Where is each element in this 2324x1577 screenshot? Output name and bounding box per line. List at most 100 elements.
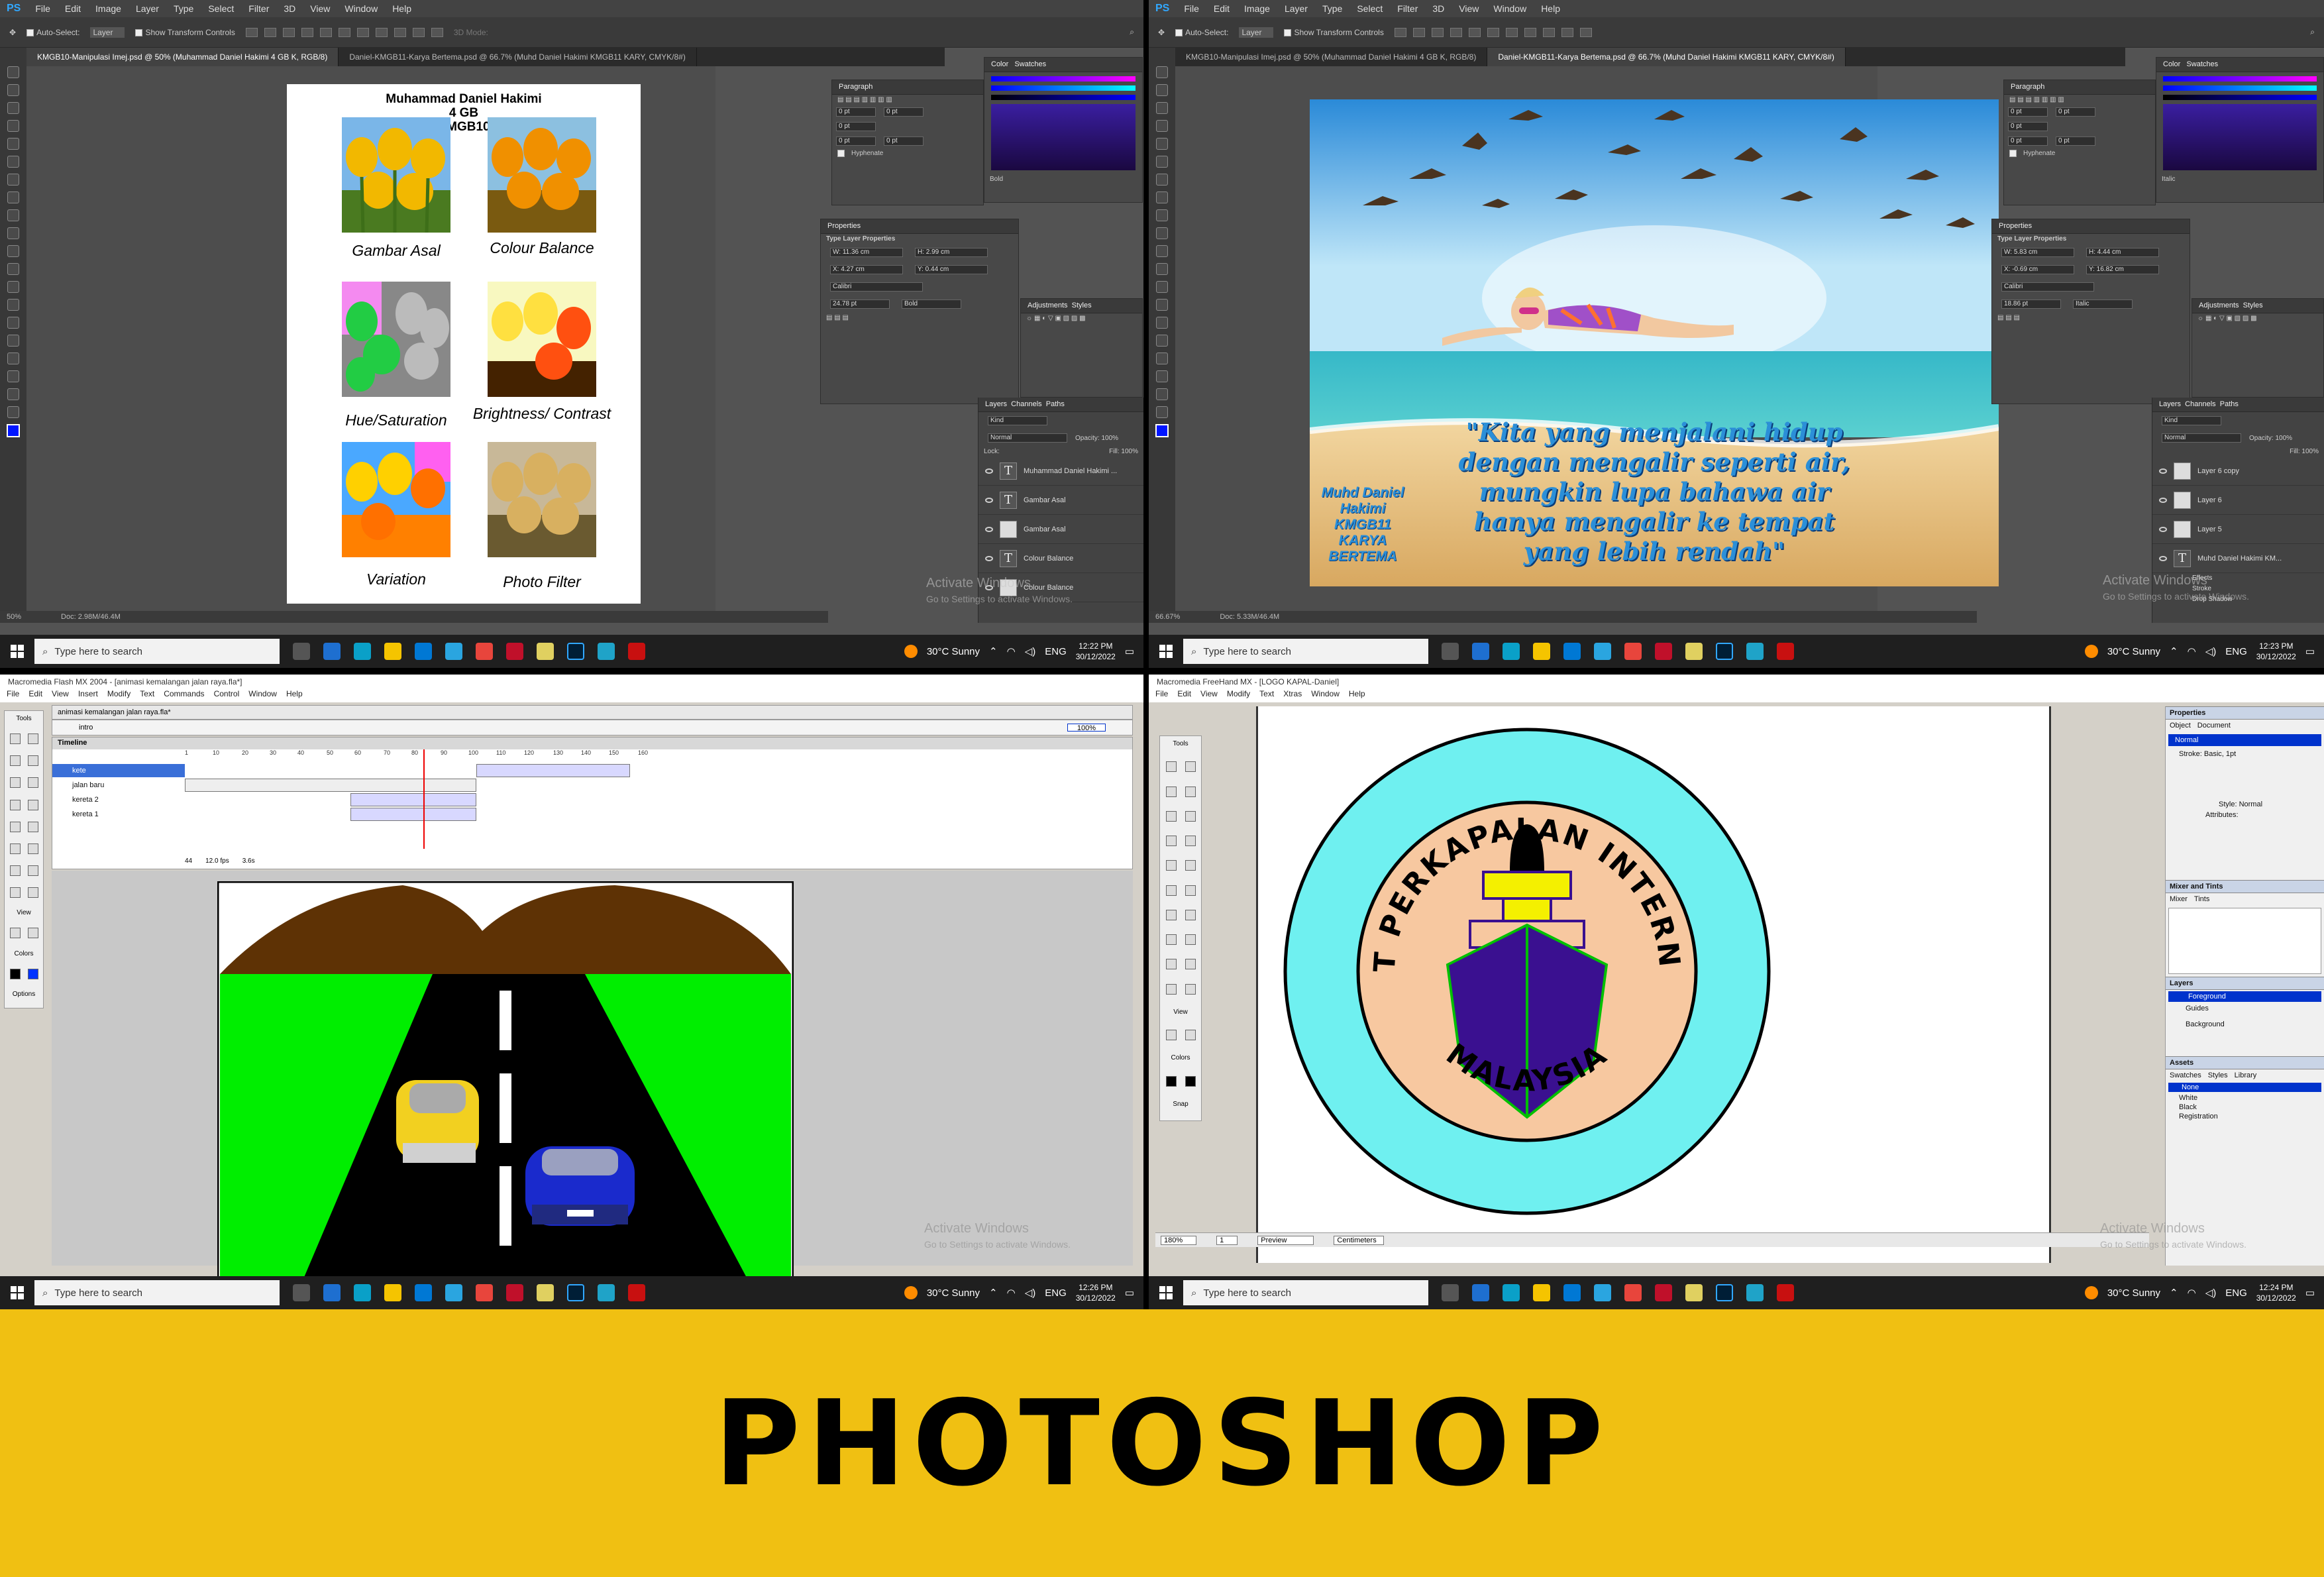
font-size-field[interactable]: 18.86 pt [2001, 299, 2061, 309]
mail-icon[interactable] [415, 1284, 432, 1301]
calendar-app-icon[interactable] [1472, 643, 1489, 660]
paint-bucket-icon[interactable] [27, 865, 38, 876]
pencil-tool-icon[interactable] [1165, 934, 1177, 945]
menu-commands[interactable]: Commands [164, 689, 204, 702]
menu-3d[interactable]: 3D [1432, 3, 1444, 14]
zoom-select[interactable]: 180% [1161, 1235, 1197, 1245]
ellipse-tool-icon[interactable] [1165, 885, 1177, 896]
stamp-tool-icon[interactable] [1156, 209, 1168, 221]
menu-layer[interactable]: Layer [136, 3, 159, 14]
type-tool-icon[interactable] [1156, 335, 1168, 347]
marquee-tool-icon[interactable] [7, 84, 19, 96]
pen-tool-icon[interactable] [1185, 860, 1196, 871]
flash-app-icon[interactable] [1655, 643, 1672, 660]
eraser-tool-icon[interactable] [27, 887, 38, 898]
photoshop-app-icon[interactable] [567, 1284, 584, 1301]
ink-bottle-icon[interactable] [9, 865, 21, 876]
menu-modify[interactable]: Modify [1227, 689, 1250, 702]
indent-right-field[interactable]: 0 pt [2056, 107, 2095, 117]
zoom-tool-icon[interactable] [7, 406, 19, 418]
tray-arrow-icon[interactable]: ⌃ [2170, 645, 2178, 657]
page-tool-icon[interactable] [1165, 786, 1177, 797]
zoom-tool-icon[interactable] [1156, 406, 1168, 418]
hyphenate-checkbox[interactable]: Hyphenate [2004, 148, 2155, 158]
swatches-tab[interactable]: Swatches [2170, 1071, 2201, 1079]
indent-right-field[interactable]: 0 pt [884, 107, 924, 117]
path-select-icon[interactable] [1156, 353, 1168, 364]
eyedropper-tool-icon[interactable] [1185, 983, 1196, 995]
brush-tool-icon[interactable] [1156, 191, 1168, 203]
notification-icon[interactable]: ▭ [1125, 645, 1134, 657]
notification-icon[interactable]: ▭ [2305, 1287, 2315, 1299]
acrobat-icon[interactable] [1777, 643, 1794, 660]
tray-arrow-icon[interactable]: ⌃ [989, 645, 998, 657]
weather-text[interactable]: 30°C Sunny [927, 1287, 980, 1299]
tab-karya[interactable]: Daniel-KMGB11-Karya Bertema.psd @ 66.7% … [339, 48, 697, 66]
shape-tool-icon[interactable] [1156, 370, 1168, 382]
chrome-icon[interactable] [476, 643, 493, 660]
layer-item[interactable]: Layer 6 copy [2152, 457, 2324, 486]
menu-modify[interactable]: Modify [107, 689, 131, 702]
color-slider-g[interactable] [2163, 85, 2317, 91]
eraser-tool-icon[interactable] [1156, 245, 1168, 257]
crop-tool-icon[interactable] [7, 138, 19, 150]
menu-filter[interactable]: Filter [1397, 3, 1418, 14]
menu-layer[interactable]: Layer [1285, 3, 1308, 14]
notification-icon[interactable]: ▭ [2305, 645, 2315, 657]
arrow-tool-icon[interactable] [9, 734, 21, 745]
pen-tool-icon[interactable] [7, 317, 19, 329]
playhead[interactable] [423, 749, 425, 849]
menu-window[interactable]: Window [1493, 3, 1526, 14]
eye-icon[interactable] [985, 555, 993, 561]
menu-view[interactable]: View [1459, 3, 1479, 14]
line-tool-icon[interactable] [1165, 860, 1177, 871]
swatch-registration[interactable]: Registration [2166, 1112, 2324, 1121]
library-tab[interactable]: Library [2235, 1071, 2257, 1079]
zoom-level[interactable]: 50% [7, 613, 21, 621]
menu-window[interactable]: Window [1311, 689, 1340, 702]
flash-app-icon[interactable] [1655, 1284, 1672, 1301]
hand-tool-icon[interactable] [9, 928, 21, 939]
volume-icon[interactable]: ◁) [1025, 645, 1036, 657]
healing-tool-icon[interactable] [7, 174, 19, 186]
text-align-row[interactable]: ▤ ▤ ▤ [1992, 313, 2190, 323]
search-icon[interactable]: ⌕ [1130, 27, 1134, 37]
menu-window[interactable]: Window [344, 3, 378, 14]
brush-tool-icon[interactable] [27, 821, 38, 832]
language[interactable]: ENG [1045, 1287, 1067, 1299]
zoom-select[interactable]: 100% [1067, 724, 1106, 732]
menu-type[interactable]: Type [174, 3, 193, 14]
color-spectrum[interactable] [2163, 104, 2317, 170]
chrome-icon[interactable] [1624, 1284, 1642, 1301]
wifi-icon[interactable]: ◠ [2188, 645, 2196, 657]
path-select-icon[interactable] [7, 353, 19, 364]
eye-icon[interactable] [2159, 468, 2167, 474]
tab-karya[interactable]: Daniel-KMGB11-Karya Bertema.psd @ 66.7% … [1487, 48, 1846, 66]
menu-help[interactable]: Help [1349, 689, 1365, 702]
start-button[interactable] [0, 1286, 34, 1299]
indent-first-field[interactable]: 0 pt [836, 122, 876, 131]
menu-view[interactable]: View [310, 3, 330, 14]
transform-tool-icon[interactable] [9, 843, 21, 854]
tints-tab[interactable]: Tints [2194, 895, 2209, 903]
pointer-tool-icon[interactable] [1165, 761, 1177, 773]
lasso-tool-icon[interactable] [27, 755, 38, 767]
kind-filter[interactable]: Kind [988, 416, 1047, 425]
menu-text[interactable]: Text [1259, 689, 1274, 702]
layer-row-jalan-baru[interactable]: jalan baru [52, 779, 185, 792]
lasso-tool-icon[interactable] [1156, 102, 1168, 114]
dodge-tool-icon[interactable] [7, 299, 19, 311]
font-style-select[interactable]: Italic [2073, 299, 2133, 309]
task-view-icon[interactable] [293, 643, 310, 660]
space-before-field[interactable]: 0 pt [836, 136, 876, 146]
wifi-icon[interactable]: ◠ [1007, 1287, 1016, 1299]
mixer-header[interactable]: Mixer and Tints [2166, 880, 2324, 893]
tween-span[interactable] [476, 764, 630, 777]
gradient-tool-icon[interactable] [1156, 263, 1168, 275]
tab-manipulasi[interactable]: KMGB10-Manipulasi Imej.psd @ 50% (Muhamm… [26, 48, 339, 66]
dreamweaver-icon[interactable] [1746, 1284, 1764, 1301]
pen-tool-icon[interactable] [9, 777, 21, 788]
gradient-tool-icon[interactable] [7, 263, 19, 275]
swatch-white[interactable]: White [2166, 1093, 2324, 1103]
styles-tab[interactable]: Styles [1072, 301, 1092, 309]
